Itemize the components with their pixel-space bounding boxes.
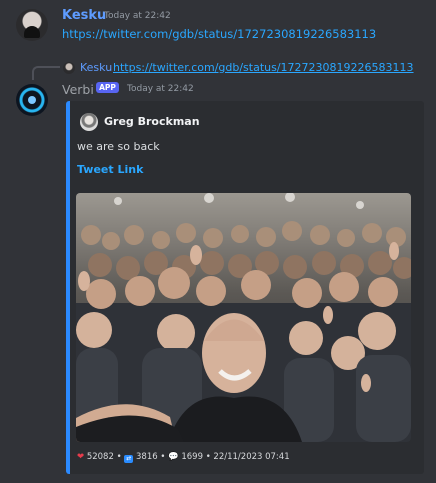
group-selfie-photo bbox=[76, 193, 411, 442]
embed-footer: ❤ 52082 • ⇄ 3816 • 💬 1699 • 22/11/2023 0… bbox=[77, 452, 290, 463]
verbi-avatar[interactable] bbox=[16, 84, 48, 116]
message-timestamp: Today at 22:42 bbox=[104, 11, 171, 21]
bot-timestamp: Today at 22:42 bbox=[127, 84, 194, 94]
footer-separator-3: • bbox=[205, 452, 211, 462]
tweet-url-link[interactable]: https://twitter.com/gdb/status/172723081… bbox=[62, 27, 376, 41]
message-author[interactable]: Kesku bbox=[62, 8, 106, 23]
reply-connector bbox=[32, 66, 60, 80]
heart-icon: ❤ bbox=[77, 452, 85, 462]
reply-link[interactable]: https://twitter.com/gdb/status/172723081… bbox=[113, 61, 414, 74]
embed-description: we are so back bbox=[77, 140, 160, 153]
replies-count: 1699 bbox=[181, 452, 203, 462]
bot-author[interactable]: Verbi bbox=[62, 82, 94, 97]
footer-separator-2: • bbox=[160, 452, 166, 462]
reply-author[interactable]: Kesku bbox=[80, 61, 112, 74]
retweet-icon: ⇄ bbox=[124, 455, 134, 463]
reply-avatar[interactable] bbox=[63, 62, 75, 74]
embed-image[interactable] bbox=[76, 193, 411, 442]
app-badge: APP bbox=[96, 82, 119, 93]
retweets-count: 3816 bbox=[136, 452, 158, 462]
tweet-date: 22/11/2023 07:41 bbox=[213, 452, 290, 462]
reply-bubble-icon: 💬 bbox=[168, 452, 179, 462]
embed-author-avatar[interactable] bbox=[80, 113, 98, 131]
footer-separator: • bbox=[116, 452, 122, 462]
likes-count: 52082 bbox=[86, 452, 114, 462]
embed-author[interactable]: Greg Brockman bbox=[104, 115, 200, 128]
tweet-link[interactable]: Tweet Link bbox=[77, 163, 143, 176]
bot-logo-icon bbox=[28, 96, 36, 104]
kesku-avatar[interactable] bbox=[16, 9, 48, 41]
